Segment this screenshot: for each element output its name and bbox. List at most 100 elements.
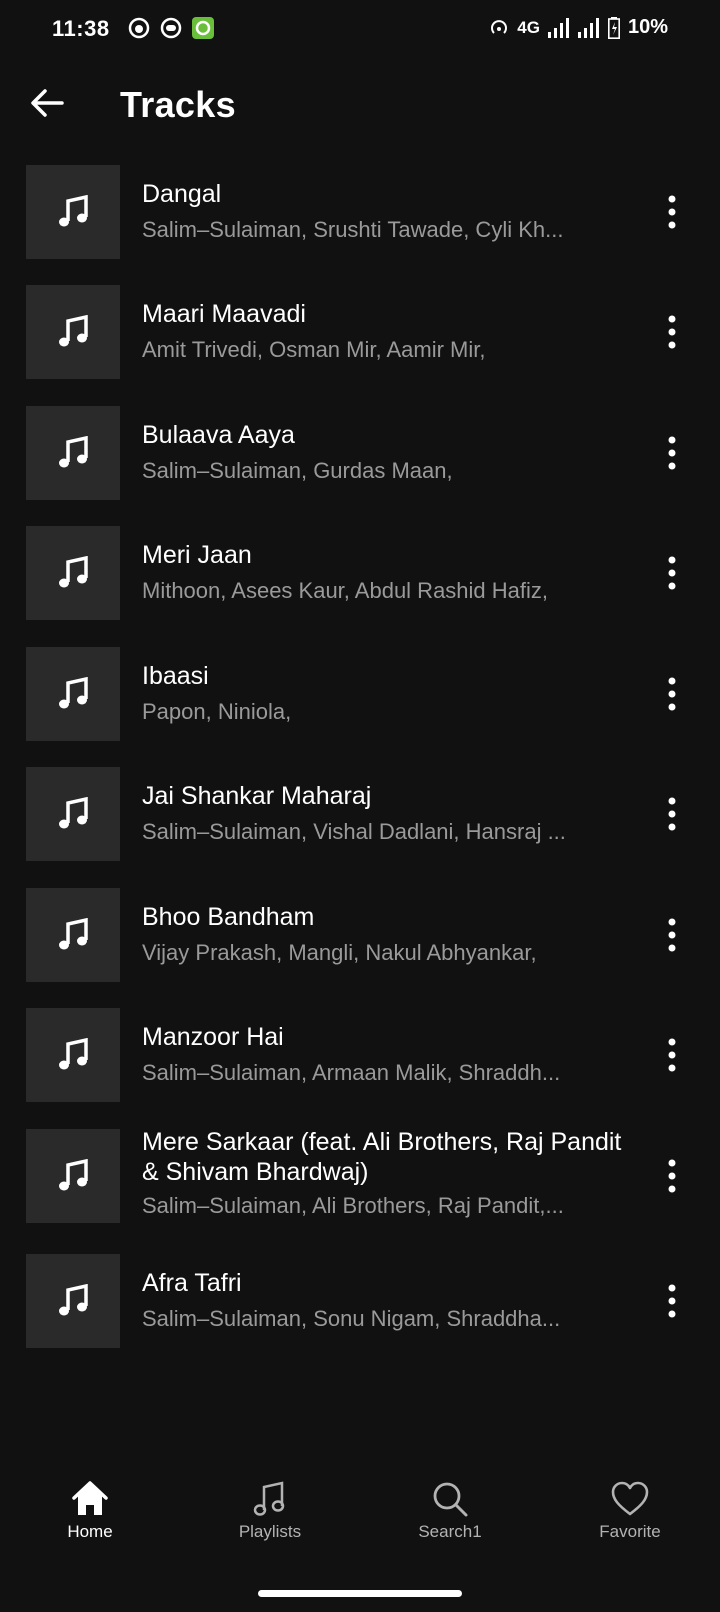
green-app-icon xyxy=(192,17,214,39)
track-title: Meri Jaan xyxy=(142,541,252,569)
more-vertical-icon xyxy=(668,315,676,349)
track-row[interactable]: Jai Shankar Maharaj Salim–Sulaiman, Vish… xyxy=(0,767,720,867)
home-indicator[interactable] xyxy=(258,1590,462,1597)
track-row[interactable]: Manzoor Hai Salim–Sulaiman, Armaan Malik… xyxy=(0,1008,720,1108)
track-title: Ibaasi xyxy=(142,662,209,690)
back-arrow-icon xyxy=(31,89,64,117)
music-note-icon xyxy=(59,556,88,588)
track-artists: Mithoon, Asees Kaur, Abdul Rashid Hafiz, xyxy=(142,578,549,603)
track-row[interactable]: Ibaasi Papon, Niniola, xyxy=(0,647,720,747)
heart-icon xyxy=(611,1481,649,1516)
track-row[interactable]: Meri Jaan Mithoon, Asees Kaur, Abdul Ras… xyxy=(0,526,720,626)
more-options-button[interactable] xyxy=(654,189,690,235)
nav-playlists[interactable]: Playlists xyxy=(180,1468,360,1578)
track-artists: Salim–Sulaiman, Srushti Tawade, Cyli Kh.… xyxy=(142,217,564,242)
battery-percent: 10% xyxy=(627,16,668,38)
more-options-button[interactable] xyxy=(654,430,690,476)
music-note-icon xyxy=(59,315,88,347)
more-vertical-icon xyxy=(668,556,676,590)
status-time: 11:38 xyxy=(52,16,110,41)
nav-label: Playlists xyxy=(238,1522,302,1541)
track-title: Mere Sarkaar (feat. Ali Brothers, Raj Pa… xyxy=(142,1128,622,1186)
track-artists: Amit Trivedi, Osman Mir, Aamir Mir, xyxy=(142,337,486,362)
music-note-icon xyxy=(59,677,88,709)
track-thumbnail xyxy=(26,767,120,861)
more-options-button[interactable] xyxy=(654,1153,690,1199)
nav-label: Favorite xyxy=(599,1522,661,1541)
track-thumbnail xyxy=(26,526,120,620)
notification-icons xyxy=(128,17,214,39)
page-title: Tracks xyxy=(120,84,236,125)
music-note-icon xyxy=(59,1284,88,1316)
music-note-icon xyxy=(59,918,88,950)
music-note-icon xyxy=(59,797,88,829)
nav-label: Search1 xyxy=(418,1522,482,1541)
signal-icon xyxy=(577,17,599,38)
music-note-icon xyxy=(59,1159,88,1191)
track-artists: Salim–Sulaiman, Armaan Malik, Shraddh... xyxy=(142,1060,561,1085)
track-title: Bhoo Bandham xyxy=(142,903,315,931)
more-vertical-icon xyxy=(668,195,676,229)
hotspot-icon xyxy=(491,19,508,34)
track-thumbnail xyxy=(26,888,120,982)
track-thumbnail xyxy=(26,1254,120,1348)
track-artists: Papon, Niniola, xyxy=(142,699,292,724)
track-title: Bulaava Aaya xyxy=(142,421,295,449)
network-type: 4G xyxy=(517,17,540,37)
track-row[interactable]: Dangal Salim–Sulaiman, Srushti Tawade, C… xyxy=(0,165,720,265)
track-row[interactable]: Afra Tafri Salim–Sulaiman, Sonu Nigam, S… xyxy=(0,1254,720,1354)
more-options-button[interactable] xyxy=(654,671,690,717)
more-vertical-icon xyxy=(668,677,676,711)
track-title: Dangal xyxy=(142,180,222,208)
track-thumbnail xyxy=(26,647,120,741)
nav-favorite[interactable]: Favorite xyxy=(540,1468,720,1578)
track-title: Manzoor Hai xyxy=(142,1023,284,1051)
track-thumbnail xyxy=(26,165,120,259)
nav-label: Home xyxy=(67,1522,113,1541)
more-options-button[interactable] xyxy=(654,1032,690,1078)
track-thumbnail xyxy=(26,285,120,379)
more-vertical-icon xyxy=(668,797,676,831)
assistant-icon xyxy=(160,17,182,39)
app-bar: Tracks xyxy=(0,62,720,152)
track-row[interactable]: Mere Sarkaar (feat. Ali Brothers, Raj Pa… xyxy=(0,1128,720,1259)
battery-icon xyxy=(607,16,620,39)
track-row[interactable]: Bhoo Bandham Vijay Prakash, Mangli, Naku… xyxy=(0,888,720,988)
track-title: Afra Tafri xyxy=(142,1269,242,1297)
search-icon xyxy=(433,1482,468,1517)
track-artists: Salim–Sulaiman, Vishal Dadlani, Hansraj … xyxy=(142,819,566,844)
back-button[interactable] xyxy=(26,82,68,124)
more-vertical-icon xyxy=(668,1159,676,1193)
track-row[interactable]: Maari Maavadi Amit Trivedi, Osman Mir, A… xyxy=(0,285,720,385)
bottom-nav: Home Playlists Search1 Favorite xyxy=(0,1468,720,1578)
track-artists: Salim–Sulaiman, Sonu Nigam, Shraddha... xyxy=(142,1306,561,1331)
more-vertical-icon xyxy=(668,918,676,952)
more-options-button[interactable] xyxy=(654,1278,690,1324)
music-note-icon xyxy=(59,436,88,468)
music-note-icon xyxy=(59,195,88,227)
music-note-icon xyxy=(59,1038,88,1070)
track-thumbnail xyxy=(26,406,120,500)
music-note-icon xyxy=(253,1481,285,1516)
more-options-button[interactable] xyxy=(654,791,690,837)
home-icon xyxy=(72,1481,108,1515)
track-artists: Salim–Sulaiman, Ali Brothers, Raj Pandit… xyxy=(142,1193,564,1218)
signal-icon xyxy=(547,17,569,38)
system-indicators: 4G 10% xyxy=(489,16,668,39)
more-options-button[interactable] xyxy=(654,550,690,596)
more-vertical-icon xyxy=(668,1038,676,1072)
status-bar: 11:38 4G 10% xyxy=(0,0,720,62)
pocket-casts-icon xyxy=(128,17,150,39)
more-options-button[interactable] xyxy=(654,309,690,355)
more-vertical-icon xyxy=(668,1284,676,1318)
track-artists: Salim–Sulaiman, Gurdas Maan, xyxy=(142,458,453,483)
track-thumbnail xyxy=(26,1008,120,1102)
more-options-button[interactable] xyxy=(654,912,690,958)
track-row[interactable]: Bulaava Aaya Salim–Sulaiman, Gurdas Maan… xyxy=(0,406,720,506)
nav-search[interactable]: Search1 xyxy=(360,1468,540,1578)
nav-home[interactable]: Home xyxy=(0,1468,180,1578)
track-thumbnail xyxy=(26,1129,120,1223)
more-vertical-icon xyxy=(668,436,676,470)
track-title: Jai Shankar Maharaj xyxy=(142,782,372,810)
track-artists: Vijay Prakash, Mangli, Nakul Abhyankar, xyxy=(142,940,537,965)
